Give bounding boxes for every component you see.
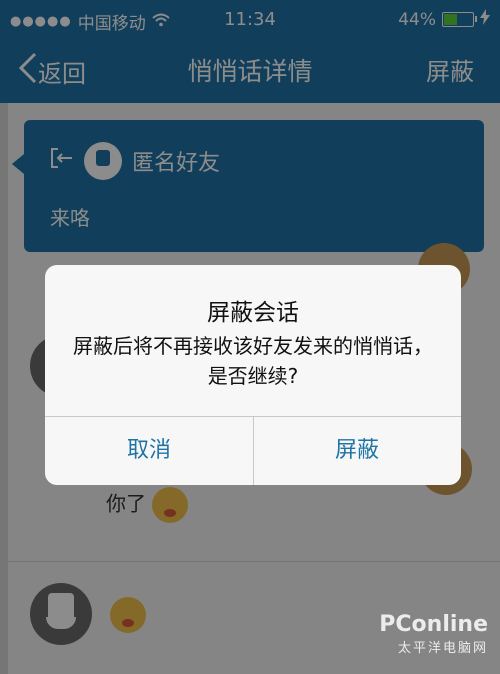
watermark-logo: PConline bbox=[379, 612, 488, 637]
watermark-sub: 太平洋电脑网 bbox=[397, 641, 488, 656]
screen: ●●●●● 中国移动 11:34 44% 返回 悄悄话详情 屏蔽 匿名好友 来咯… bbox=[0, 0, 500, 674]
watermark: PConline 太平洋电脑网 bbox=[379, 612, 488, 656]
dialog-message: 屏蔽后将不再接收该好友发来的悄悄话，是否继续? bbox=[73, 334, 433, 388]
block-dialog: 屏蔽会话 屏蔽后将不再接收该好友发来的悄悄话，是否继续? 取消 屏蔽 bbox=[45, 265, 461, 485]
dialog-title: 屏蔽会话 bbox=[207, 300, 299, 326]
cancel-button[interactable]: 取消 bbox=[45, 416, 253, 485]
confirm-block-button[interactable]: 屏蔽 bbox=[253, 416, 461, 485]
